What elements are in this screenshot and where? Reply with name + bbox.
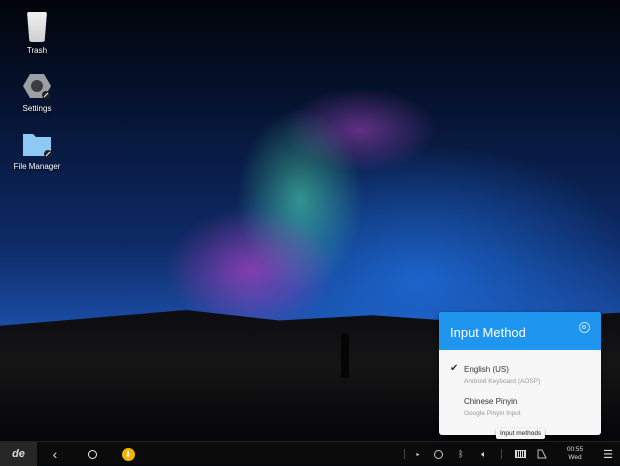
gauge-icon[interactable] xyxy=(430,442,446,466)
desktop-icon-file-manager[interactable]: File Manager xyxy=(2,132,72,171)
menu-icon[interactable]: ☰ xyxy=(600,442,616,466)
volume-icon[interactable]: 🔈︎ xyxy=(476,442,492,466)
item-name: English (US) xyxy=(464,365,509,374)
popup-header: Input Method xyxy=(439,312,601,350)
item-sub: Google Pinyin Input xyxy=(464,410,521,417)
popup-title: Input Method xyxy=(450,325,526,340)
input-method-pinyin[interactable]: Chinese Pinyin Google Pinyin Input xyxy=(439,397,601,429)
trash-label: Trash xyxy=(26,46,48,55)
tooltip: Input methods xyxy=(496,428,546,439)
settings-gear-icon[interactable] xyxy=(579,322,590,333)
folder-icon xyxy=(22,132,52,158)
home-button[interactable] xyxy=(82,442,102,466)
start-menu-button[interactable]: de xyxy=(0,442,37,466)
desktop-icon-settings[interactable]: Settings xyxy=(2,72,72,113)
keyboard-icon[interactable] xyxy=(511,442,529,466)
trash-icon xyxy=(27,12,47,42)
person-silhouette xyxy=(341,333,349,378)
item-name: Chinese Pinyin xyxy=(464,397,518,406)
input-method-english[interactable]: ✔ English (US) Android Keyboard (AOSP) xyxy=(439,363,601,397)
desktop-icon-trash[interactable]: Trash xyxy=(2,12,72,55)
settings-label: Settings xyxy=(22,104,52,113)
expand-arrow-icon[interactable]: ▸ xyxy=(412,442,424,466)
item-sub: Android Keyboard (AOSP) xyxy=(464,378,541,385)
divider xyxy=(404,449,405,459)
back-button[interactable]: ‹ xyxy=(45,442,65,466)
notification-download[interactable]: ⬇ xyxy=(118,442,138,466)
settings-icon xyxy=(23,72,51,100)
file-manager-label: File Manager xyxy=(13,162,61,171)
clock-time: 00:55 xyxy=(566,446,584,453)
checkmark-icon: ✔ xyxy=(450,363,459,374)
divider xyxy=(501,449,502,459)
battery-signal-icon[interactable] xyxy=(534,442,550,466)
back-icon: ‹ xyxy=(52,446,58,462)
logo: de xyxy=(12,448,25,460)
taskbar: de ‹ ⬇ ▸ ᛒ 🔈︎ 00:55 Wed ☰ xyxy=(0,441,620,466)
clock-day: Wed xyxy=(568,454,582,461)
download-icon: ⬇ xyxy=(121,447,135,461)
bluetooth-icon[interactable]: ᛒ xyxy=(454,442,468,466)
home-circle-icon xyxy=(87,449,97,459)
clock[interactable]: 00:55 Wed xyxy=(560,442,590,466)
input-method-popup: Input Method ✔ English (US) Android Keyb… xyxy=(439,312,601,435)
